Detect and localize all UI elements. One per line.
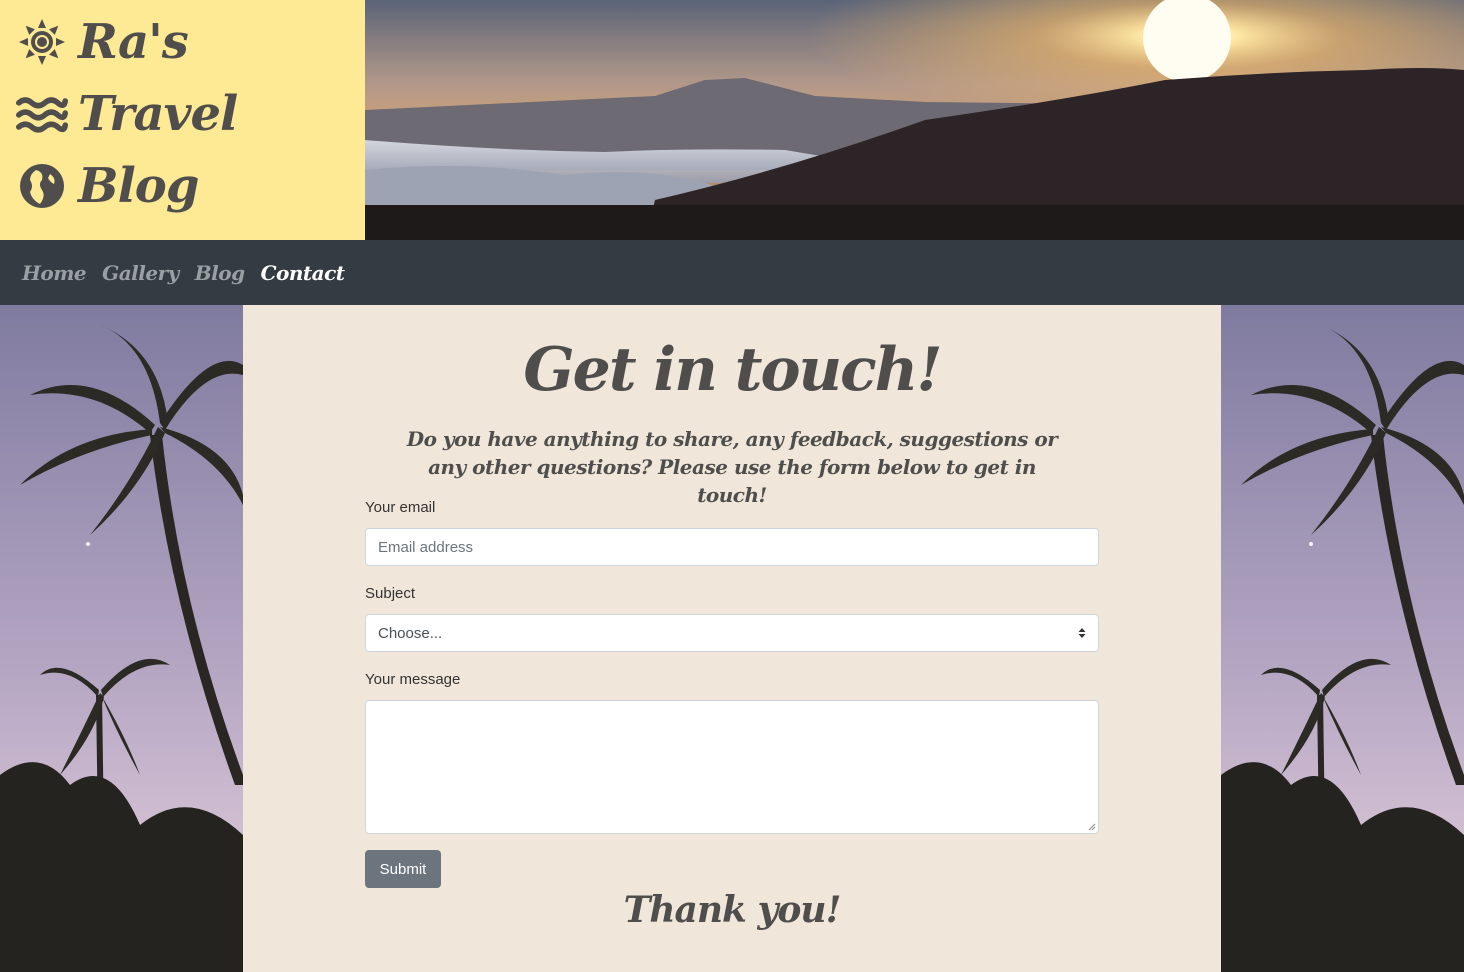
- contact-section: Get in touch! Do you have anything to sh…: [243, 305, 1221, 972]
- submit-button[interactable]: Submit: [365, 850, 441, 888]
- banner-image: [365, 0, 1464, 240]
- logo-line-1: Ra's: [16, 12, 189, 72]
- message-field[interactable]: [365, 700, 1099, 834]
- email-label: Your email: [365, 499, 436, 516]
- subject-label: Subject: [365, 585, 416, 602]
- nav-gallery-link[interactable]: Gallery: [102, 261, 179, 285]
- site-logo[interactable]: Ra's Travel Blog: [0, 0, 365, 240]
- page-title: Get in touch!: [523, 335, 942, 405]
- site-header: Ra's Travel Blog: [0, 0, 1464, 240]
- page-subtitle: Do you have anything to share, any feedb…: [406, 427, 1058, 507]
- email-field[interactable]: [365, 528, 1099, 566]
- nav-blog-link[interactable]: Blog: [195, 261, 245, 285]
- background-image-right: [1221, 305, 1464, 972]
- nav-contact-link[interactable]: Contact: [261, 261, 345, 285]
- logo-text-ras: Ra's: [78, 14, 189, 70]
- resize-grip-icon[interactable]: [1088, 823, 1096, 831]
- sun-icon: [16, 16, 68, 68]
- subject-select[interactable]: Choose...: [365, 614, 1099, 652]
- waves-icon: [16, 88, 68, 140]
- subject-selected-value: Choose...: [378, 624, 443, 642]
- nav-home-link[interactable]: Home: [22, 261, 87, 285]
- thank-you-heading: Thank you!: [623, 889, 842, 931]
- select-arrows-icon: [1078, 627, 1086, 639]
- logo-text-travel: Travel: [78, 86, 238, 142]
- logo-text-blog: Blog: [78, 158, 199, 214]
- background-image-left: [0, 305, 243, 972]
- globe-icon: [16, 160, 68, 212]
- logo-line-2: Travel: [16, 84, 238, 144]
- main-nav: Home Gallery Blog Contact: [0, 240, 1464, 305]
- message-label: Your message: [365, 671, 461, 688]
- logo-line-3: Blog: [16, 156, 199, 216]
